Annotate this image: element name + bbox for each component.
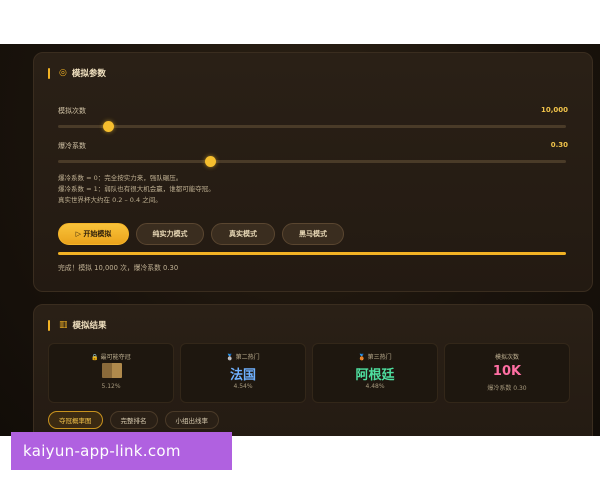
card-count-value: 10K — [492, 364, 522, 379]
simulations-slider[interactable] — [58, 121, 566, 132]
card-label: 🥈 第二热门 — [226, 354, 260, 361]
realistic-mode-button[interactable]: 真实模式 — [211, 223, 275, 245]
third-favorite-card: 🥉 第三热门 阿根廷 4.48% — [312, 343, 438, 403]
card-team-name: 阿根廷 — [355, 368, 395, 383]
card-probability: 4.54% — [233, 383, 253, 390]
result-cards: 🔒 最可能夺冠 5.12% 🥈 第二热门 法国 4.54% 🥉 第三热门 阿根廷… — [48, 343, 570, 403]
start-simulation-button[interactable]: ▷ 开始模拟 — [58, 223, 129, 245]
tab-group-advance-rate[interactable]: 小组出线率 — [164, 411, 219, 429]
description-line: 爆冷系数 = 0：完全按实力来，强队碾压。 — [58, 174, 183, 182]
tab-full-ranking[interactable]: 完整排名 — [109, 411, 158, 429]
simulations-slider-thumb[interactable] — [103, 121, 115, 132]
params-panel: ◎ 模拟参数 模拟次数 10,000 爆冷系数 0.30 爆冷系数 = 0：完全… — [33, 52, 593, 292]
second-favorite-card: 🥈 第二热门 法国 4.54% — [180, 343, 306, 403]
card-label: 🔒 最可能夺冠 — [91, 354, 131, 361]
top-favorite-card: 🔒 最可能夺冠 5.12% — [48, 343, 174, 403]
card-team-name: 法国 — [229, 368, 256, 383]
tab-win-probability-chart[interactable]: 夺冠概率图 — [48, 411, 103, 429]
simulations-value: 10,000 — [540, 106, 568, 114]
completion-status: 完成！模拟 10,000 次，爆冷系数 0.30 — [58, 264, 179, 272]
upset-slider[interactable] — [58, 156, 566, 167]
upset-label: 爆冷系数 — [58, 142, 86, 150]
strength-mode-button[interactable]: 纯实力模式 — [136, 223, 204, 245]
upset-value: 0.30 — [550, 141, 568, 149]
darkhorse-mode-button[interactable]: 黑马模式 — [282, 223, 344, 245]
card-probability: 4.48% — [365, 383, 385, 390]
results-panel: ▥ 模拟结果 🔒 最可能夺冠 5.12% 🥈 第二热门 法国 4.54% 🥉 第… — [33, 304, 593, 436]
simulations-label: 模拟次数 — [58, 107, 86, 115]
params-title: 模拟参数 — [71, 69, 106, 79]
target-icon: ◎ — [59, 68, 67, 78]
team-flag-image — [102, 363, 122, 378]
card-label: 🥉 第三热门 — [358, 354, 392, 361]
simulation-count-card: 模拟次数 10K 爆冷系数 0.30 — [444, 343, 570, 403]
description-line: 真实世界杯大约在 0.2 – 0.4 之间。 — [58, 196, 162, 204]
card-upset-coefficient: 爆冷系数 0.30 — [487, 385, 527, 392]
watermark-banner: kaiyun-app-link.com — [11, 432, 232, 470]
card-label: 模拟次数 — [494, 354, 519, 361]
section-accent-bar — [48, 319, 50, 331]
mode-button-row: ▷ 开始模拟 纯实力模式 真实模式 黑马模式 — [58, 223, 344, 245]
app-window: ◎ 模拟参数 模拟次数 10,000 爆冷系数 0.30 爆冷系数 = 0：完全… — [0, 44, 600, 436]
simulation-progress-bar — [58, 252, 566, 255]
params-header: ◎ 模拟参数 — [48, 67, 106, 79]
results-header: ▥ 模拟结果 — [48, 319, 107, 331]
results-tabs: 夺冠概率图 完整排名 小组出线率 — [48, 411, 219, 429]
section-accent-bar — [48, 67, 50, 79]
card-probability: 5.12% — [101, 383, 121, 390]
upset-slider-thumb[interactable] — [204, 156, 216, 167]
results-title: 模拟结果 — [72, 321, 107, 331]
description-line: 爆冷系数 = 1：弱队也有很大机会赢，谁都可能夺冠。 — [58, 185, 215, 193]
bar-chart-icon: ▥ — [59, 320, 68, 330]
